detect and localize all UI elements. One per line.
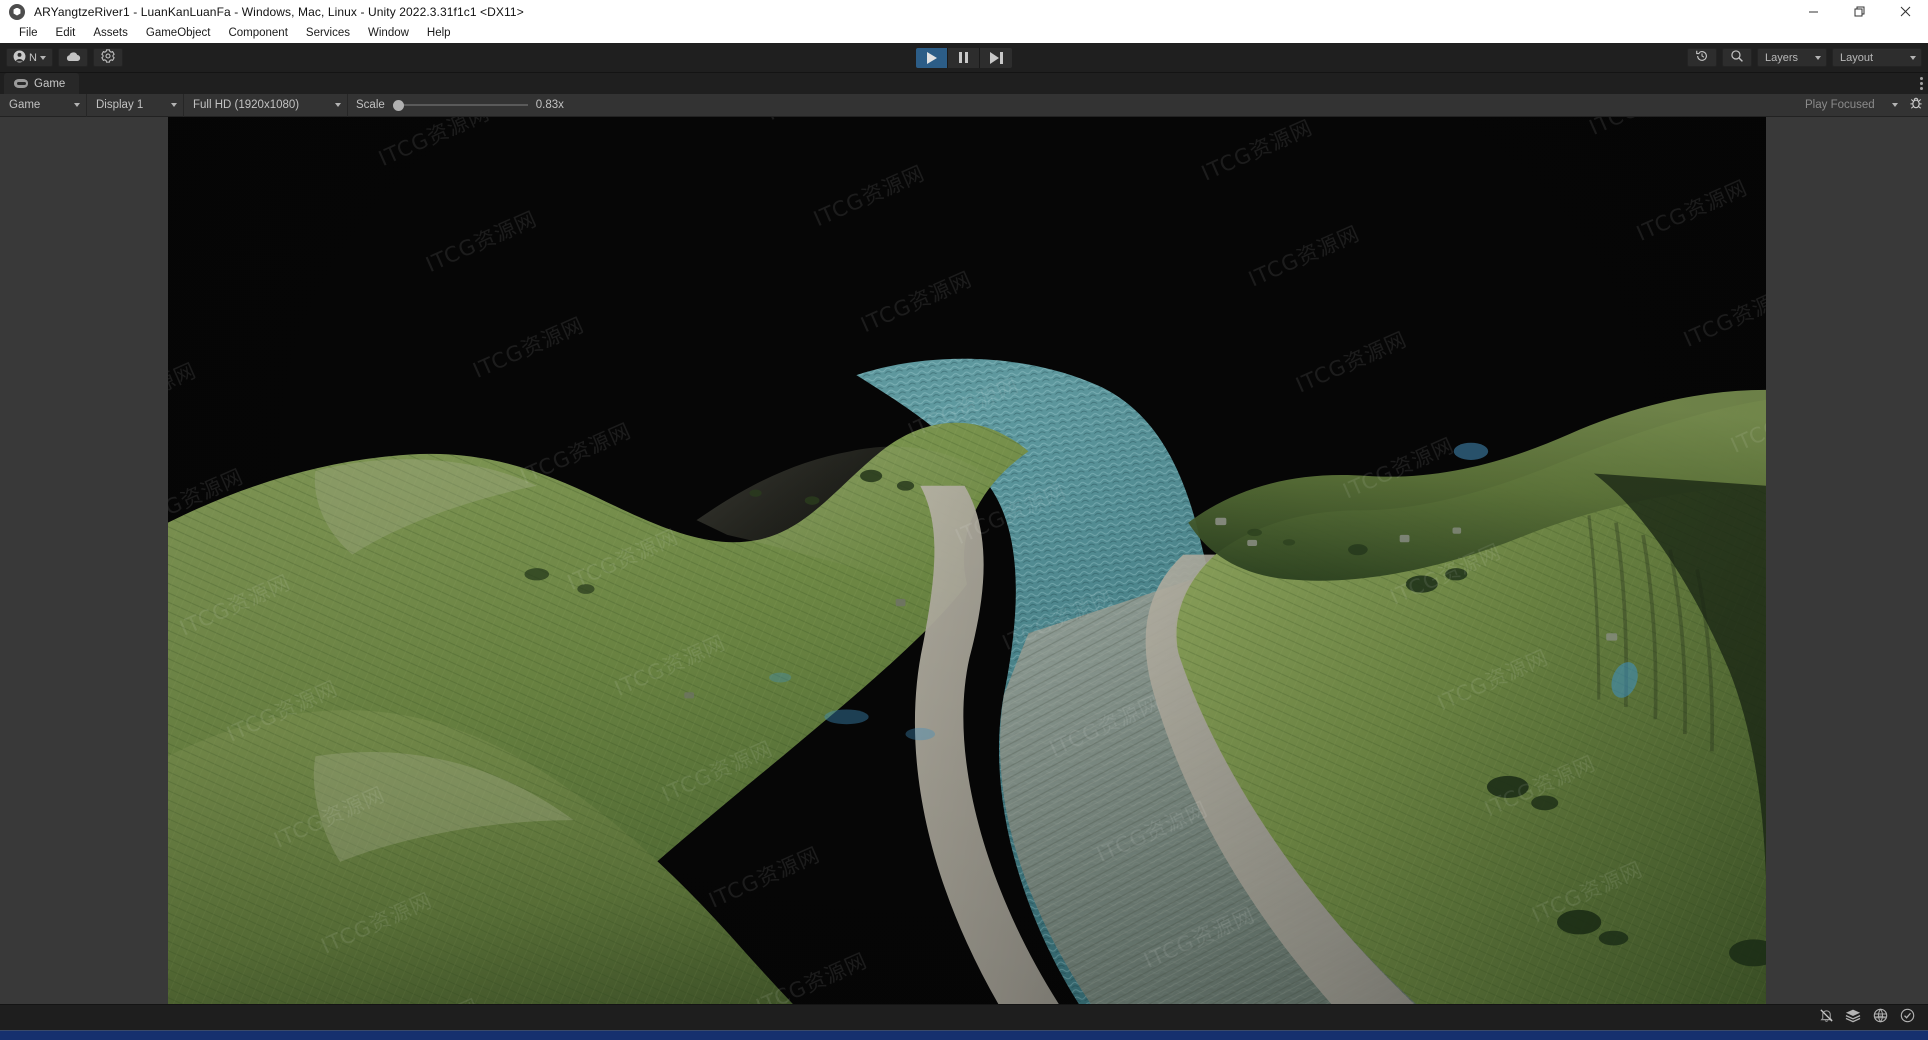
menu-window[interactable]: Window bbox=[359, 23, 418, 43]
os-taskbar[interactable] bbox=[0, 1030, 1928, 1040]
cloud-icon bbox=[65, 51, 81, 65]
resolution-dropdown[interactable]: Full HD (1920x1080) bbox=[184, 94, 347, 117]
view-mode-dropdown[interactable]: Game bbox=[0, 94, 86, 117]
slider-track bbox=[392, 104, 528, 106]
step-icon bbox=[989, 51, 1003, 64]
toolbar-left-group: N bbox=[6, 48, 123, 67]
layers-label: Layers bbox=[1765, 51, 1799, 64]
pause-icon bbox=[959, 52, 968, 63]
display-dropdown[interactable]: Display 1 bbox=[87, 94, 183, 117]
play-button[interactable] bbox=[916, 47, 948, 68]
gear-icon bbox=[101, 49, 115, 66]
check-circle-button[interactable] bbox=[1894, 1008, 1920, 1028]
game-view-toolbar: Game Display 1 Full HD (1920x1080) Scale bbox=[0, 93, 1928, 117]
unity-icon bbox=[9, 3, 25, 20]
layout-dropdown[interactable]: Layout bbox=[1832, 48, 1922, 67]
gamepad-icon bbox=[14, 79, 28, 88]
menu-help[interactable]: Help bbox=[418, 23, 460, 43]
window-title: ARYangtzeRiver1 - LuanKanLuanFa - Window… bbox=[34, 4, 524, 19]
game-render-surface[interactable]: ITCG资源网 ITCG资源网 ITCG资源网 ITCG资源网 ITCG资源网 … bbox=[168, 117, 1766, 1004]
undo-history-button[interactable] bbox=[1687, 48, 1717, 67]
tab-game[interactable]: Game bbox=[4, 73, 80, 94]
step-button[interactable] bbox=[980, 47, 1012, 68]
view-mode-label: Game bbox=[9, 99, 41, 111]
chevron-down-icon bbox=[1815, 55, 1821, 60]
minimize-button[interactable] bbox=[1790, 0, 1836, 23]
chevron-down-icon bbox=[335, 103, 341, 107]
window-titlebar: ARYangtzeRiver1 - LuanKanLuanFa - Window… bbox=[0, 0, 1928, 23]
chevron-down-icon bbox=[39, 55, 46, 60]
search-button[interactable] bbox=[1722, 48, 1752, 67]
layers-stack-icon bbox=[1845, 1008, 1861, 1028]
unity-editor-window: ARYangtzeRiver1 - LuanKanLuanFa - Window… bbox=[0, 0, 1928, 1040]
chevron-down-icon bbox=[1892, 103, 1898, 107]
layers-dropdown[interactable]: Layers bbox=[1757, 48, 1827, 67]
menu-services[interactable]: Services bbox=[297, 23, 359, 43]
bug-icon bbox=[1909, 96, 1923, 115]
resolution-label: Full HD (1920x1080) bbox=[193, 99, 300, 111]
panel-tabstrip: Game bbox=[0, 73, 1928, 94]
chevron-down-icon bbox=[171, 103, 177, 107]
restore-button[interactable] bbox=[1836, 0, 1882, 23]
game-render-area[interactable]: ITCG资源网 ITCG资源网 ITCG资源网 ITCG资源网 ITCG资源网 … bbox=[0, 117, 1928, 1004]
mute-bell-button[interactable] bbox=[1813, 1008, 1839, 1028]
pause-button[interactable] bbox=[948, 47, 980, 68]
menu-edit[interactable]: Edit bbox=[47, 23, 85, 43]
layers-stack-button[interactable] bbox=[1840, 1008, 1866, 1028]
mute-bell-icon bbox=[1819, 1008, 1834, 1028]
scale-control: Scale 0.83x bbox=[348, 94, 590, 117]
close-button[interactable] bbox=[1882, 0, 1928, 23]
debug-button[interactable] bbox=[1904, 94, 1928, 117]
scale-slider[interactable] bbox=[392, 94, 528, 117]
unity-main-toolbar: N Layers Layout bbox=[0, 43, 1928, 73]
menu-file[interactable]: File bbox=[10, 23, 47, 43]
account-button[interactable]: N bbox=[6, 48, 53, 67]
toolbar-right-group: Layers Layout bbox=[1687, 48, 1922, 67]
status-bar bbox=[0, 1004, 1928, 1030]
scale-value: 0.83x bbox=[535, 99, 564, 111]
chevron-down-icon bbox=[74, 103, 80, 107]
slider-knob[interactable] bbox=[392, 99, 404, 111]
editor-settings-button[interactable] bbox=[92, 48, 123, 67]
play-focus-label: Play Focused bbox=[1805, 99, 1875, 111]
menubar: File Edit Assets GameObject Component Se… bbox=[0, 23, 1928, 43]
menu-gameobject[interactable]: GameObject bbox=[137, 23, 220, 43]
scale-label: Scale bbox=[356, 99, 385, 111]
cloud-services-button[interactable] bbox=[57, 48, 88, 67]
panel-menu-button[interactable] bbox=[1920, 77, 1923, 90]
undo-history-icon bbox=[1695, 49, 1709, 66]
menu-component[interactable]: Component bbox=[219, 23, 296, 43]
tab-game-label: Game bbox=[34, 77, 66, 90]
terrain-scene bbox=[168, 117, 1766, 1004]
account-label: N bbox=[29, 51, 37, 64]
play-icon bbox=[926, 51, 937, 64]
globe-button[interactable] bbox=[1867, 1008, 1893, 1028]
search-icon bbox=[1730, 49, 1744, 66]
menu-assets[interactable]: Assets bbox=[84, 23, 137, 43]
account-icon bbox=[13, 50, 26, 66]
scene-vignette bbox=[168, 117, 1766, 1004]
game-panel: Game Game Display 1 Full HD (1920x1080) … bbox=[0, 73, 1928, 1004]
check-circle-icon bbox=[1900, 1008, 1915, 1028]
layout-label: Layout bbox=[1840, 51, 1874, 64]
playmode-controls bbox=[916, 47, 1012, 68]
display-label: Display 1 bbox=[96, 99, 144, 111]
game-toolbar-right: Play Focused bbox=[1796, 94, 1928, 117]
play-focus-dropdown[interactable]: Play Focused bbox=[1796, 94, 1904, 117]
chevron-down-icon bbox=[1910, 55, 1916, 60]
window-controls bbox=[1790, 0, 1928, 23]
globe-icon bbox=[1873, 1008, 1888, 1028]
